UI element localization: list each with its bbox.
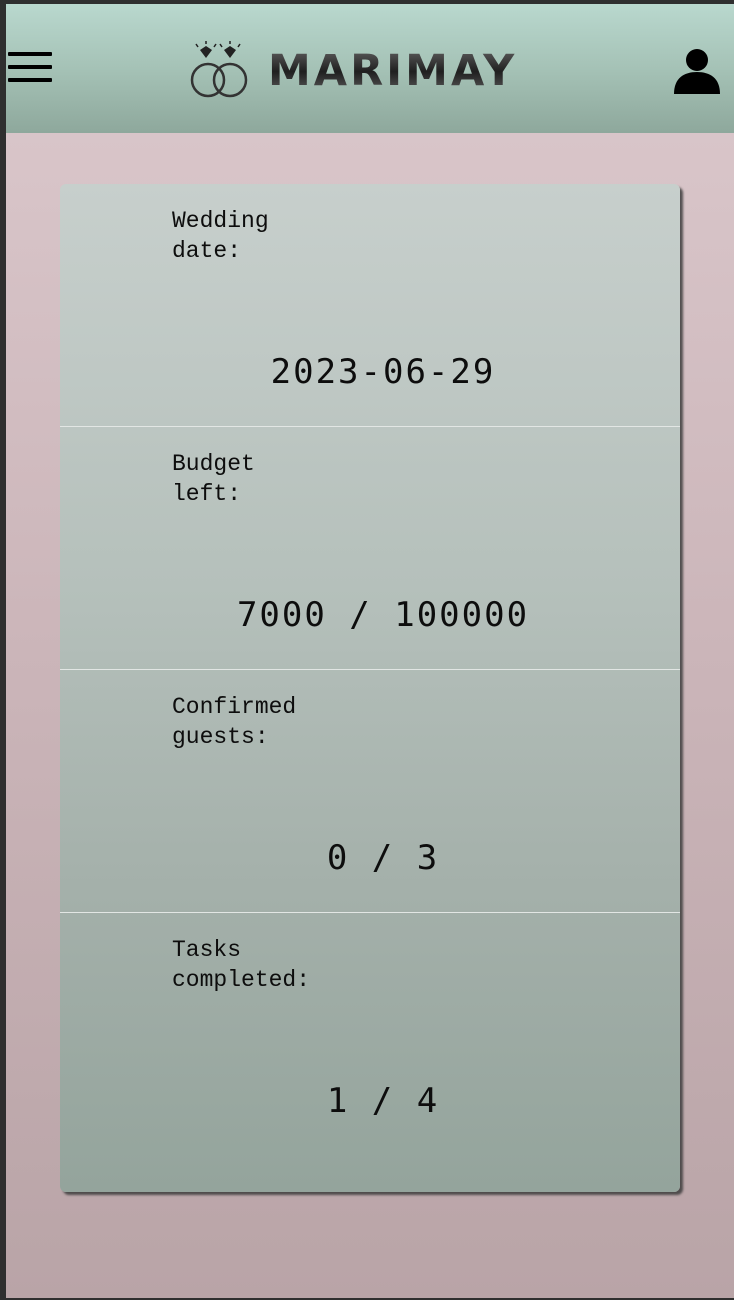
stat-label: Tasks completed: bbox=[172, 937, 311, 993]
stat-label: Budget left: bbox=[172, 451, 255, 507]
stat-confirmed-guests: Confirmed guests: 0 / 3 bbox=[60, 670, 680, 913]
stat-label: Wedding date: bbox=[172, 208, 269, 264]
stat-wedding-date: Wedding date: 2023-06-29 bbox=[60, 184, 680, 427]
hamburger-menu-icon[interactable] bbox=[8, 52, 54, 86]
stat-value: 2023-06-29 bbox=[270, 352, 496, 392]
stat-value: 0 / 3 bbox=[326, 838, 440, 878]
app-header: MARIMAY bbox=[6, 4, 734, 133]
app-screen: MARIMAY Wedding date: 2023-06-29 Budget … bbox=[6, 4, 734, 1298]
wedding-summary-card: Wedding date: 2023-06-29 Budget left: 70… bbox=[60, 184, 680, 1192]
stat-tasks-completed: Tasks completed: 1 / 4 bbox=[60, 913, 680, 1192]
user-profile-icon[interactable] bbox=[672, 48, 722, 94]
logo-text: MARIMAY bbox=[268, 45, 518, 96]
stat-budget-left: Budget left: 7000 / 100000 bbox=[60, 427, 680, 670]
stat-value: 1 / 4 bbox=[326, 1081, 440, 1121]
stat-label: Confirmed guests: bbox=[172, 694, 297, 750]
wedding-rings-icon bbox=[190, 41, 248, 98]
stat-value: 7000 / 100000 bbox=[236, 595, 530, 635]
app-logo[interactable]: MARIMAY bbox=[188, 40, 517, 102]
